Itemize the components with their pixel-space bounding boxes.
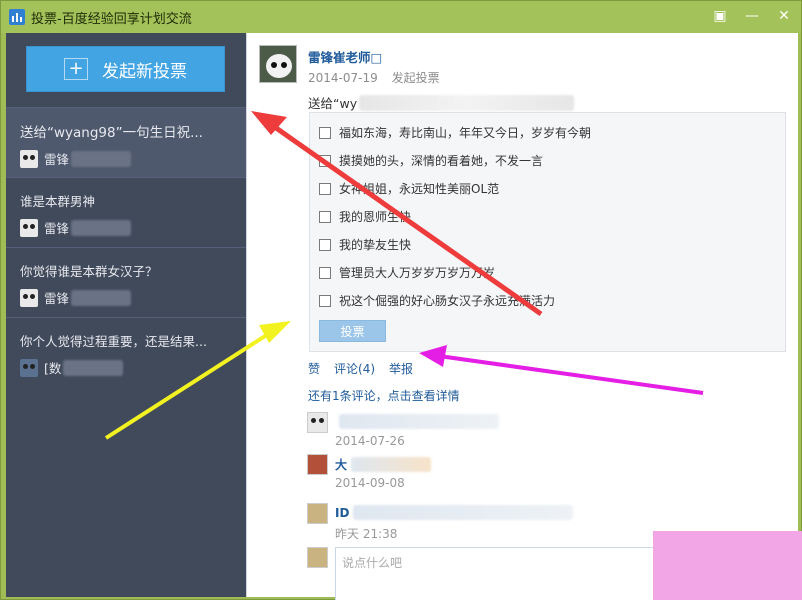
yellow-arrow [104, 321, 291, 440]
app-window: 投票-百度经验回享计划交流 ▣ — ✕ + 发起新投票 送给“wyang98”一… [0, 0, 802, 600]
watermark-overlay [653, 531, 802, 600]
annotation-arrows [104, 111, 704, 440]
magenta-arrow [419, 345, 704, 395]
red-arrow [251, 111, 543, 317]
